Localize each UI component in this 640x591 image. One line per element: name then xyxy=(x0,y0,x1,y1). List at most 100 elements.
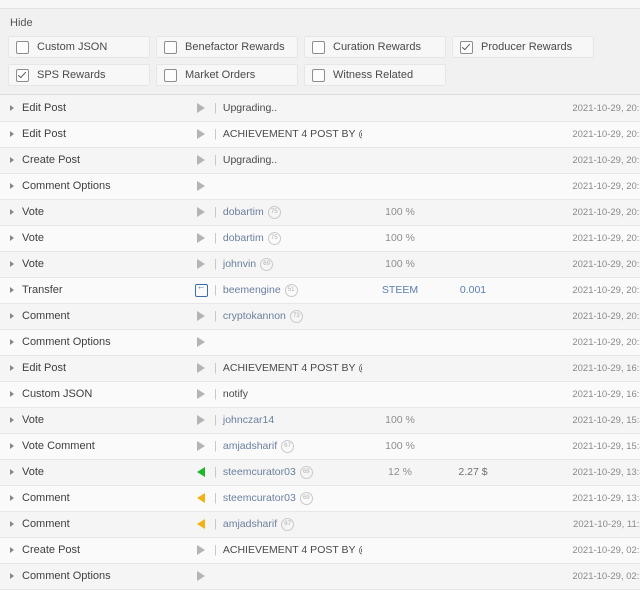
row-amount-cell xyxy=(438,199,508,225)
filter-checkbox-custom-json[interactable]: Custom JSON xyxy=(8,36,150,58)
table-row[interactable]: Vote | johnvin 69 100 % 2021-10-29, 20:24 xyxy=(0,251,640,277)
play-right-icon[interactable] xyxy=(197,545,205,556)
play-right-icon[interactable] xyxy=(197,337,205,348)
play-right-icon[interactable] xyxy=(197,441,205,452)
play-right-icon[interactable] xyxy=(197,311,205,322)
checkbox-checked-icon[interactable] xyxy=(460,40,473,54)
row-type-label: Comment xyxy=(22,492,70,504)
expand-caret-icon[interactable] xyxy=(10,209,14,215)
table-row[interactable]: Comment | steemcurator0369 2021-10-29, 13:4… xyxy=(0,485,640,511)
row-op-icon-cell xyxy=(190,225,212,251)
row-detail-cell xyxy=(212,173,362,199)
username-link[interactable]: amjadsharif xyxy=(223,440,277,452)
table-row[interactable]: Vote | johnczar14 100 % 2021-10-29, 15:42 xyxy=(0,407,640,433)
play-left-green-icon[interactable] xyxy=(197,467,205,478)
filter-checkbox-market-orders[interactable]: Market Orders xyxy=(156,64,298,86)
row-timestamp-cell: 2021-10-29, 20:21 xyxy=(508,277,640,303)
expand-caret-icon[interactable] xyxy=(10,131,14,137)
table-row[interactable]: Comment Options 2021-10-29, 20:20 xyxy=(0,329,640,355)
table-row[interactable]: Transfer | beemengine51 STEEM 0.001 2021-10-2… xyxy=(0,277,640,303)
play-right-icon[interactable] xyxy=(197,181,205,192)
table-row[interactable]: Create Post | Upgrading.. 2021-10-29, 20:52 xyxy=(0,147,640,173)
username-link[interactable]: johnczar14 xyxy=(223,414,274,426)
filter-checkbox-sps-rewards[interactable]: SPS Rewards xyxy=(8,64,150,86)
username-link[interactable]: amjadsharif xyxy=(223,518,277,530)
play-left-yellow-icon[interactable] xyxy=(197,493,205,504)
table-row[interactable]: Create Post | ACHIEVEMENT 4 POST BY @JOHNC… xyxy=(0,537,640,563)
row-amount-cell: 2.27 $ xyxy=(438,459,508,485)
row-percent-cell: 100 % xyxy=(362,433,438,459)
row-type-label: Vote xyxy=(22,414,45,426)
expand-caret-icon[interactable] xyxy=(10,443,14,449)
expand-caret-icon[interactable] xyxy=(10,157,14,163)
expand-caret-icon[interactable] xyxy=(10,287,14,293)
play-right-icon[interactable] xyxy=(197,363,205,374)
username-link[interactable]: johnvin xyxy=(223,258,256,270)
play-right-icon[interactable] xyxy=(197,233,205,244)
play-right-icon[interactable] xyxy=(197,155,205,166)
expand-caret-icon[interactable] xyxy=(10,573,14,579)
checkbox-unchecked-icon[interactable] xyxy=(164,40,177,54)
expand-caret-icon[interactable] xyxy=(10,547,14,553)
play-right-icon[interactable] xyxy=(197,259,205,270)
expand-caret-icon[interactable] xyxy=(10,417,14,423)
play-left-yellow-icon[interactable] xyxy=(197,519,205,530)
row-type-cell: Comment xyxy=(0,303,190,329)
expand-caret-icon[interactable] xyxy=(10,339,14,345)
expand-caret-icon[interactable] xyxy=(10,235,14,241)
checkbox-unchecked-icon[interactable] xyxy=(164,68,177,82)
row-op-icon-cell xyxy=(190,121,212,147)
play-right-icon[interactable] xyxy=(197,129,205,140)
row-timestamp-cell: 2021-10-29, 15:40 xyxy=(508,433,640,459)
play-right-icon[interactable] xyxy=(197,389,205,400)
username-link[interactable]: steemcurator03 xyxy=(223,466,296,478)
username-link[interactable]: beemengine xyxy=(223,284,281,296)
table-row[interactable]: Comment Options 2021-10-29, 02:24 xyxy=(0,563,640,589)
username-link[interactable]: steemcurator03 xyxy=(223,492,296,504)
username-link[interactable]: cryptokannon xyxy=(223,310,286,322)
expand-caret-icon[interactable] xyxy=(10,261,14,267)
checkbox-unchecked-icon[interactable] xyxy=(312,68,325,82)
username-link[interactable]: dobartim xyxy=(223,232,264,244)
filter-checkbox-producer-rewards[interactable]: Producer Rewards xyxy=(452,36,594,58)
row-type-cell: Edit Post xyxy=(0,355,190,381)
expand-caret-icon[interactable] xyxy=(10,313,14,319)
expand-caret-icon[interactable] xyxy=(10,521,14,527)
expand-caret-icon[interactable] xyxy=(10,104,14,111)
table-row[interactable]: Edit Post | Upgrading.. 2021-10-29, 20:57 xyxy=(0,95,640,121)
expand-caret-icon[interactable] xyxy=(10,391,14,397)
expand-caret-icon[interactable] xyxy=(10,495,14,501)
filter-checkbox-benefactor-rewards[interactable]: Benefactor Rewards xyxy=(156,36,298,58)
table-row[interactable]: Comment | amjadsharif 67 2021-10-29, 11:28 xyxy=(0,511,640,537)
row-timestamp-cell: 2021-10-29, 20:54 xyxy=(508,121,640,147)
checkbox-checked-icon[interactable] xyxy=(16,68,29,82)
expand-caret-icon[interactable] xyxy=(10,469,14,475)
play-right-icon[interactable] xyxy=(197,415,205,426)
row-percent-cell xyxy=(362,563,438,589)
timestamp: 2021-10-29, 16:50 xyxy=(572,389,640,400)
checkbox-unchecked-icon[interactable] xyxy=(312,40,325,54)
transfer-in-icon[interactable] xyxy=(194,281,208,297)
username-link[interactable]: dobartim xyxy=(223,206,264,218)
table-row[interactable]: Vote | dobartim75 100 % 2021-10-29, 20:30 xyxy=(0,225,640,251)
checkbox-unchecked-icon[interactable] xyxy=(16,40,29,54)
filter-checkbox-witness-related[interactable]: Witness Related xyxy=(304,64,446,86)
row-type-label: Custom JSON xyxy=(22,388,93,400)
table-row[interactable]: Comment Options 2021-10-29, 20:52 xyxy=(0,173,640,199)
table-row[interactable]: Custom JSON | notify 2021-10-29, 16:50 xyxy=(0,381,640,407)
row-timestamp-cell: 2021-10-29, 15:42 xyxy=(508,407,640,433)
play-right-icon[interactable] xyxy=(197,102,205,113)
filter-checkbox-curation-rewards[interactable]: Curation Rewards xyxy=(304,36,446,58)
post-title: ACHIEVEMENT 4 POST BY @JOHNCZAR14 . TASK… xyxy=(222,544,362,556)
play-right-icon[interactable] xyxy=(197,207,205,218)
table-row[interactable]: Edit Post | ACHIEVEMENT 4 POST BY @JOHNCZA… xyxy=(0,355,640,381)
table-row[interactable]: Vote Comment | amjadsharif 67 100 % 2021-10-2… xyxy=(0,433,640,459)
table-row[interactable]: Vote | dobartim75 100 % 2021-10-29, 20:31 xyxy=(0,199,640,225)
expand-caret-icon[interactable] xyxy=(10,365,14,371)
table-row[interactable]: Edit Post | ACHIEVEMENT 4 POST BY @JOHNCZA… xyxy=(0,121,640,147)
play-right-icon[interactable] xyxy=(197,571,205,582)
row-op-icon-cell xyxy=(190,329,212,355)
expand-caret-icon[interactable] xyxy=(10,183,14,189)
table-row[interactable]: Comment | cryptokannon73 2021-10-29, 20:20 xyxy=(0,303,640,329)
table-row[interactable]: Vote | steemcurator03 69 12 % 2.27 $ 2021-10-2… xyxy=(0,459,640,485)
